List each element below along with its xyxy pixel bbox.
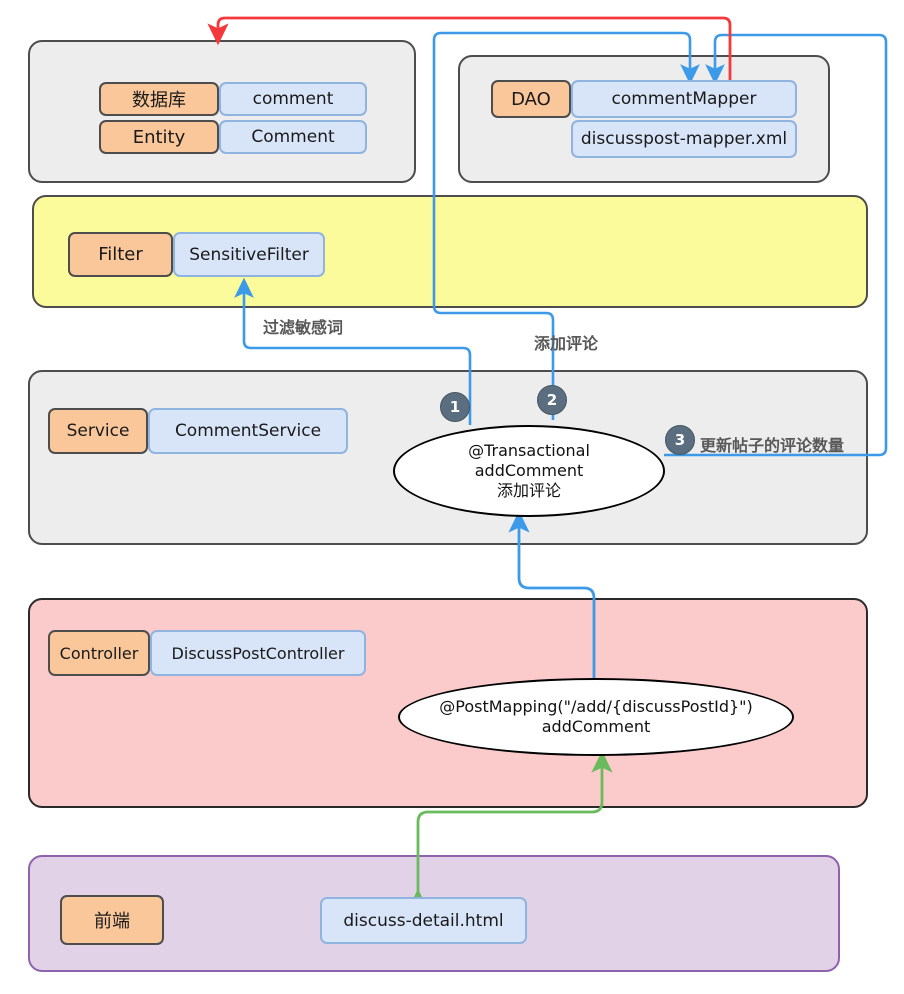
- edge-label-add-comment: 添加评论: [534, 334, 599, 353]
- chip-frontend-tag: 前端: [60, 895, 164, 945]
- chip-database-table: comment: [219, 82, 367, 116]
- edge-label-filter-words: 过滤敏感词: [263, 318, 344, 337]
- service-method-annotation: @Transactional: [468, 441, 590, 461]
- chip-discusspost-controller: DiscussPostController: [150, 630, 366, 676]
- chip-service-tag: Service: [48, 408, 148, 454]
- chip-dao-tag: DAO: [491, 80, 571, 118]
- chip-filter-tag: Filter: [68, 232, 173, 277]
- service-method-desc: 添加评论: [496, 480, 561, 500]
- edge-label-update-count: 更新帖子的评论数量: [700, 436, 845, 455]
- chip-comment-service: CommentService: [148, 408, 348, 454]
- chip-database-tag: 数据库: [99, 82, 219, 116]
- diagram-canvas: 数据库 comment Entity Comment DAO commentMa…: [0, 0, 904, 994]
- badge-step-1: 1: [440, 392, 470, 422]
- ellipse-controller-method: @PostMapping("/add/{discussPostId}") add…: [398, 678, 794, 756]
- service-method-name: addComment: [474, 461, 584, 481]
- ellipse-service-method: @Transactional addComment 添加评论: [393, 425, 665, 517]
- chip-frontend-page: discuss-detail.html: [320, 897, 527, 944]
- controller-method-name: addComment: [541, 717, 651, 736]
- chip-controller-tag: Controller: [48, 630, 150, 676]
- connector-controller-to-service: [508, 510, 596, 678]
- chip-entity-class: Comment: [219, 120, 367, 154]
- badge-step-2: 2: [537, 385, 567, 415]
- controller-method-annotation: @PostMapping("/add/{discussPostId}"): [439, 697, 753, 717]
- connector-mapper-to-database: [207, 16, 732, 80]
- chip-entity-tag: Entity: [99, 120, 219, 154]
- chip-dao-mapper: commentMapper: [571, 80, 797, 118]
- connector-service-to-filter: [234, 277, 472, 425]
- chip-dao-mapper-xml: discusspost-mapper.xml: [571, 120, 797, 158]
- chip-sensitive-filter: SensitiveFilter: [173, 232, 325, 277]
- connector-frontend-to-controller: [407, 750, 613, 911]
- badge-step-3: 3: [665, 425, 695, 455]
